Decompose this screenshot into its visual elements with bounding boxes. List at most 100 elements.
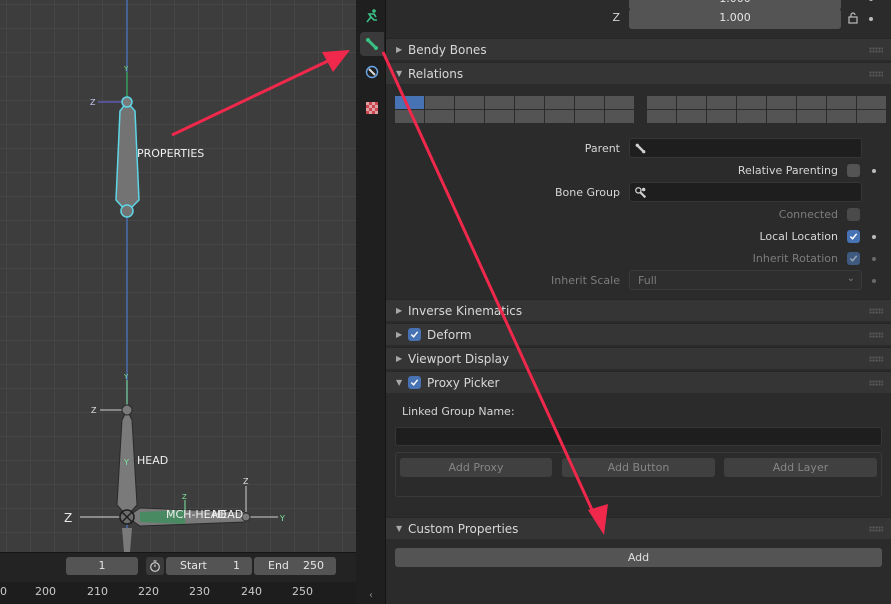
- animate-dot[interactable]: [872, 235, 876, 239]
- collapse-chevron-icon[interactable]: ‹: [356, 590, 386, 604]
- panel-relations[interactable]: ▼ Relations: [386, 62, 891, 84]
- relative-parenting-checkbox[interactable]: [847, 164, 860, 177]
- layer-toggle[interactable]: [677, 110, 706, 123]
- panel-viewport-display[interactable]: ▶ Viewport Display: [386, 347, 891, 369]
- animate-dot[interactable]: [872, 169, 876, 173]
- z-value-field[interactable]: 1.000: [629, 9, 841, 29]
- proxy-buttons-box: Add Proxy Add Button Add Layer: [395, 452, 882, 497]
- layer-toggle[interactable]: [677, 96, 706, 109]
- inherit-scale-dropdown[interactable]: Full ⌄: [629, 270, 862, 290]
- animate-dot[interactable]: [869, 17, 873, 21]
- layer-toggle[interactable]: [737, 110, 766, 123]
- add-layer-button[interactable]: Add Layer: [724, 458, 877, 477]
- layer-toggle[interactable]: [425, 110, 454, 123]
- layer-toggle[interactable]: [575, 96, 604, 109]
- layer-toggle[interactable]: [797, 110, 826, 123]
- svg-text:Y: Y: [123, 373, 129, 381]
- layer-toggle[interactable]: [455, 96, 484, 109]
- layer-toggle[interactable]: [455, 110, 484, 123]
- layer-toggle[interactable]: [605, 110, 634, 123]
- relative-parenting-label: Relative Parenting: [737, 164, 838, 177]
- drag-grip-icon[interactable]: [869, 332, 883, 338]
- start-label: Start: [180, 559, 207, 572]
- layer-toggle[interactable]: [797, 96, 826, 109]
- layer-toggle[interactable]: [707, 96, 736, 109]
- linked-group-name-input[interactable]: [395, 427, 882, 446]
- drag-grip-icon[interactable]: [869, 380, 883, 386]
- layer-toggle[interactable]: [515, 110, 544, 123]
- bone-group-field[interactable]: [629, 182, 862, 202]
- layer-toggle[interactable]: [605, 96, 634, 109]
- bone-layers-left[interactable]: [395, 96, 634, 123]
- svg-text:Z: Z: [91, 406, 97, 415]
- 3d-viewport[interactable]: Y Z Y Z Z Y Z Z Y PROPERTIES HEAD MCH-HE…: [0, 0, 356, 552]
- frame-ruler[interactable]: 0 200 210 220 230 240 250: [0, 582, 356, 604]
- current-frame-field[interactable]: 1: [66, 557, 138, 575]
- proxy-picker-checkbox[interactable]: [408, 376, 421, 389]
- deform-checkbox[interactable]: [408, 328, 421, 341]
- z-label: Z: [612, 11, 620, 24]
- properties-tab-strip: ‹: [356, 0, 386, 604]
- svg-text:Y: Y: [279, 514, 285, 523]
- layer-toggle[interactable]: [827, 110, 856, 123]
- texture-tab[interactable]: [360, 96, 384, 120]
- ruler-tick: 240: [241, 585, 262, 598]
- layer-toggle[interactable]: [515, 96, 544, 109]
- layer-toggle[interactable]: [545, 110, 574, 123]
- head-bone-label-2: HEAD: [212, 508, 244, 521]
- stopwatch-icon[interactable]: [146, 557, 164, 575]
- panel-inverse-kinematics[interactable]: ▶ Inverse Kinematics: [386, 299, 891, 321]
- add-proxy-button[interactable]: Add Proxy: [400, 458, 552, 477]
- layer-toggle[interactable]: [767, 96, 796, 109]
- layer-toggle[interactable]: [857, 110, 886, 123]
- end-value: 250: [303, 559, 324, 572]
- properties-editor: 1.000 Z 1.000 ▶ Bendy Bones ▼ Relations …: [386, 0, 891, 604]
- parent-field[interactable]: [629, 138, 862, 158]
- panel-deform[interactable]: ▶ Deform: [386, 323, 891, 345]
- layer-toggle[interactable]: [737, 96, 766, 109]
- layer-toggle[interactable]: [575, 110, 604, 123]
- animate-dot[interactable]: [869, 0, 873, 1]
- drag-grip-icon[interactable]: [869, 356, 883, 362]
- drag-grip-icon[interactable]: [869, 47, 883, 53]
- end-frame-field[interactable]: End 250: [254, 557, 336, 575]
- panel-bendy-bones[interactable]: ▶ Bendy Bones: [386, 38, 891, 60]
- add-custom-property-button[interactable]: Add: [395, 548, 882, 567]
- panel-custom-properties[interactable]: ▼ Custom Properties: [386, 517, 891, 539]
- layer-toggle[interactable]: [395, 110, 424, 123]
- bone-layers-right[interactable]: [647, 96, 886, 123]
- layer-toggle[interactable]: [485, 96, 514, 109]
- panel-title: Proxy Picker: [427, 375, 500, 390]
- panel-proxy-picker[interactable]: ▼ Proxy Picker: [386, 371, 891, 393]
- inherit-rotation-checkbox[interactable]: [847, 252, 860, 265]
- connected-checkbox[interactable]: [847, 208, 860, 221]
- bone-constraint-icon: [365, 65, 379, 79]
- drag-grip-icon[interactable]: [869, 526, 883, 532]
- layer-toggle[interactable]: [647, 110, 676, 123]
- animate-dot[interactable]: [872, 279, 876, 283]
- animate-dot[interactable]: [872, 257, 876, 261]
- layer-toggle[interactable]: [707, 110, 736, 123]
- lock-icon[interactable]: [847, 12, 859, 27]
- layer-toggle[interactable]: [425, 96, 454, 109]
- bone-tab[interactable]: [360, 32, 384, 56]
- layer-toggle[interactable]: [827, 96, 856, 109]
- ruler-tick: 210: [87, 585, 108, 598]
- layer-toggle[interactable]: [485, 110, 514, 123]
- layer-toggle[interactable]: [647, 96, 676, 109]
- drag-grip-icon[interactable]: [869, 71, 883, 77]
- bone-constraints-tab[interactable]: [360, 60, 384, 84]
- start-frame-field[interactable]: Start 1: [166, 557, 252, 575]
- ruler-tick: 200: [35, 585, 56, 598]
- layer-toggle[interactable]: [767, 110, 796, 123]
- panel-title: Custom Properties: [408, 521, 519, 536]
- ruler-tick: 250: [292, 585, 313, 598]
- add-button-button[interactable]: Add Button: [562, 458, 715, 477]
- layer-toggle[interactable]: [395, 96, 424, 109]
- drag-grip-icon[interactable]: [869, 308, 883, 314]
- layer-toggle[interactable]: [857, 96, 886, 109]
- object-data-tab[interactable]: [360, 4, 384, 28]
- head-bone: Y Z Z Y Z Z Y: [64, 373, 285, 552]
- local-location-checkbox[interactable]: [847, 230, 860, 243]
- layer-toggle[interactable]: [545, 96, 574, 109]
